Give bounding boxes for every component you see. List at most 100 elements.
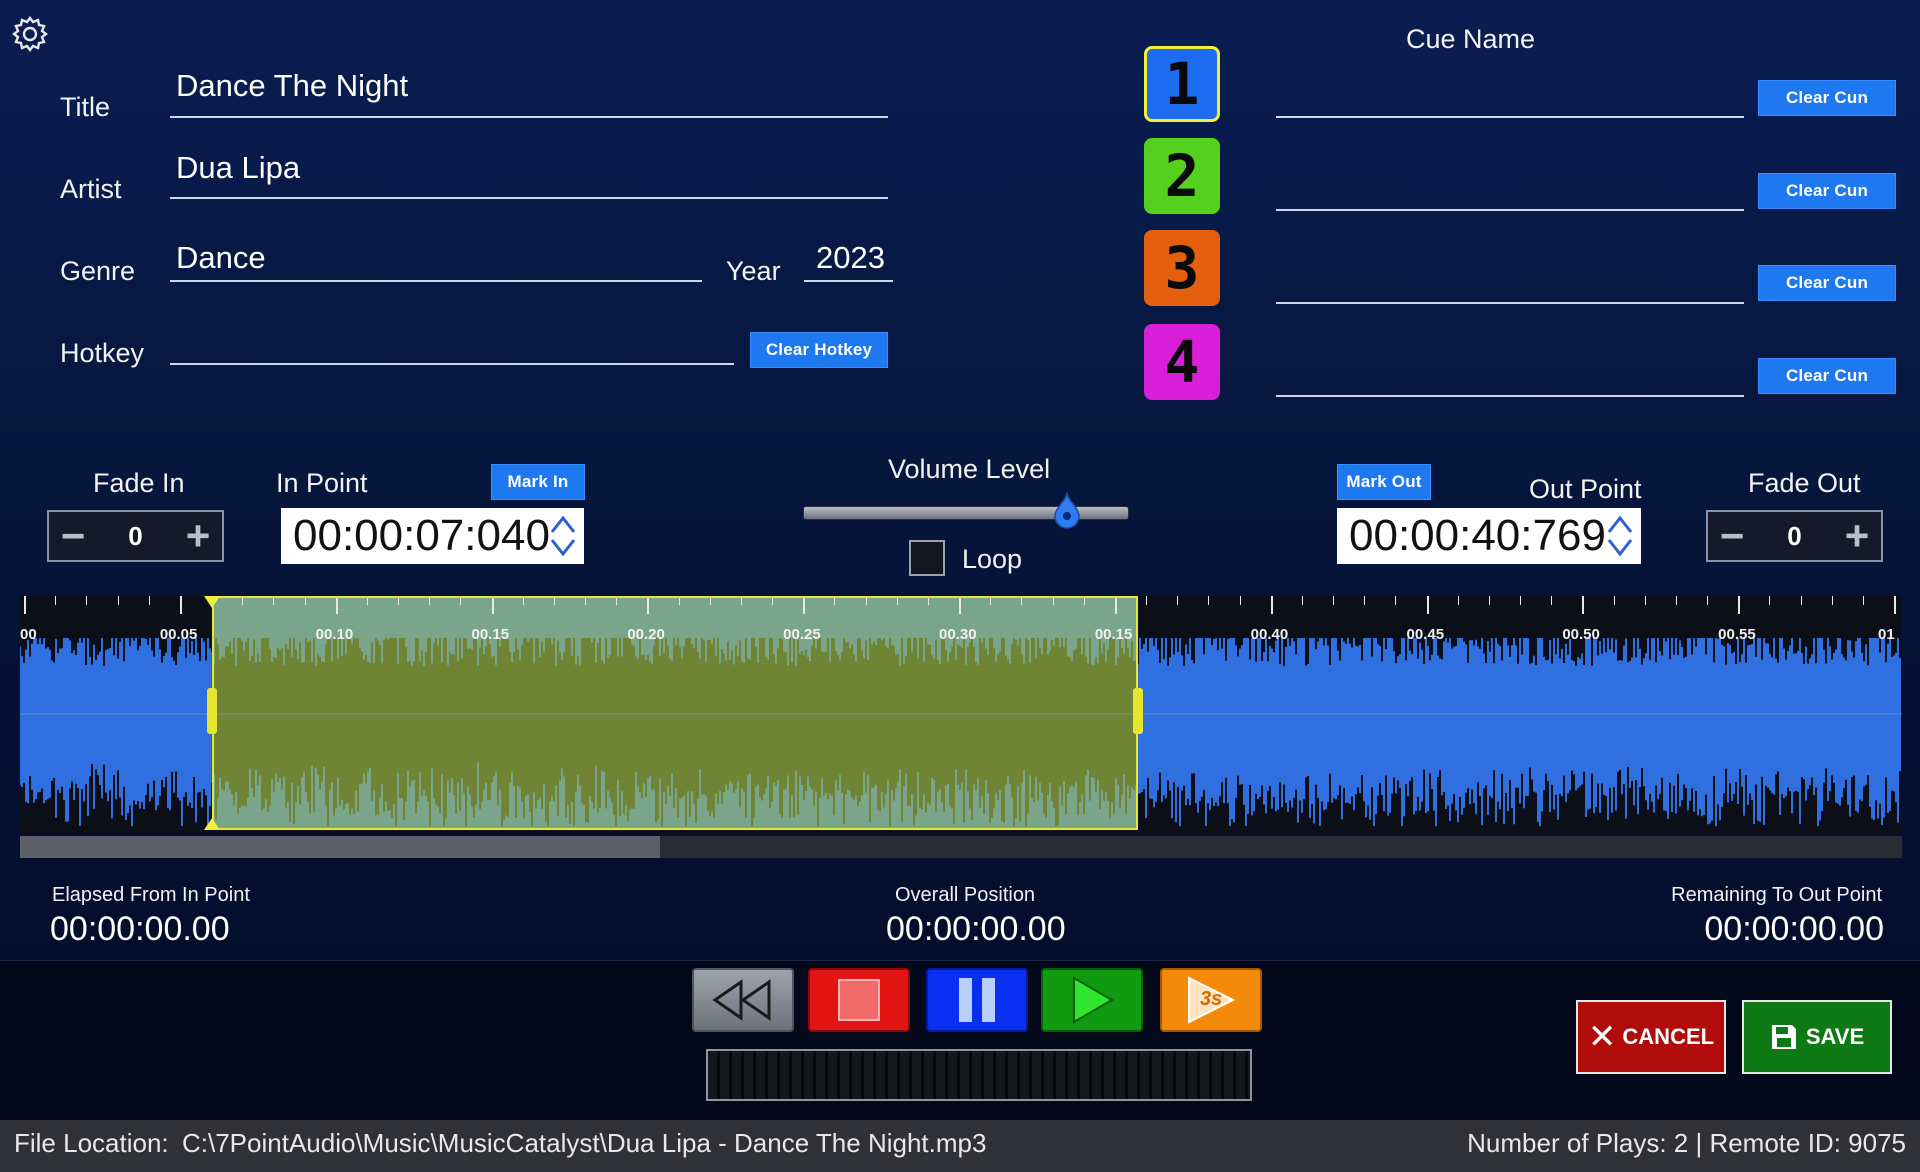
waveform-minor-tick	[1831, 596, 1833, 605]
minus-icon[interactable]: −	[49, 515, 97, 557]
mark-in-button[interactable]: Mark In	[491, 464, 585, 500]
plus-icon[interactable]: +	[1833, 515, 1881, 557]
title-label: Title	[60, 92, 111, 122]
waveform-minor-tick	[1707, 596, 1708, 605]
artist-input[interactable]: Dua Lipa	[176, 150, 886, 186]
waveform-minor-tick	[1644, 596, 1646, 605]
cancel-button[interactable]: ✕ CANCEL	[1576, 1000, 1726, 1074]
hotkey-label: Hotkey	[60, 338, 145, 368]
title-input[interactable]: Dance The Night	[176, 68, 886, 104]
play-3s-button[interactable]: 3s	[1160, 968, 1262, 1032]
waveform-display[interactable]: 00 00.05 00.10 00.15 00.20 00.25 00.30 00.15 00.…	[20, 596, 1902, 834]
waveform-minor-tick	[1457, 596, 1459, 605]
play-icon	[1073, 976, 1114, 1024]
cue-1-name-input[interactable]	[1280, 76, 1740, 112]
cue-1-button[interactable]: 1	[1144, 46, 1220, 122]
play-button[interactable]	[1041, 968, 1143, 1032]
cancel-label: CANCEL	[1622, 1024, 1715, 1049]
cue-2-underline	[1276, 209, 1744, 211]
cue-4-name-input[interactable]	[1280, 354, 1740, 390]
waveform-minor-tick	[148, 596, 150, 605]
waveform-scrollbar[interactable]	[20, 836, 1902, 858]
pause-button[interactable]	[926, 968, 1028, 1032]
waveform-minor-tick	[1520, 596, 1521, 605]
waveform-minor-tick	[1488, 596, 1490, 605]
level-meter	[706, 1049, 1252, 1101]
year-underline	[804, 280, 893, 282]
fade-in-stepper[interactable]: − 0 +	[47, 510, 224, 562]
cue-3-name-input[interactable]	[1280, 262, 1740, 298]
in-point-label: In Point	[276, 468, 368, 498]
waveform-minor-tick	[1613, 596, 1615, 605]
out-point-label: Out Point	[1529, 474, 1642, 504]
minus-icon[interactable]: −	[1708, 515, 1756, 557]
out-point-handle[interactable]	[1132, 688, 1143, 734]
waveform-minor-tick	[1333, 596, 1334, 605]
cue-2-button[interactable]: 2	[1144, 138, 1220, 214]
artist-label: Artist	[60, 174, 122, 204]
selection-region[interactable]	[211, 596, 1138, 830]
clear-hotkey-button[interactable]: Clear Hotkey	[750, 332, 888, 368]
plus-icon[interactable]: +	[174, 515, 222, 557]
waveform-tick-label: 00.45	[1406, 626, 1445, 643]
volume-slider[interactable]	[803, 491, 1129, 529]
cue-2-clear-button[interactable]: Clear Cun	[1758, 173, 1896, 209]
cue-1-clear-button[interactable]: Clear Cun	[1758, 80, 1896, 116]
cue-4-clear-button[interactable]: Clear Cun	[1758, 358, 1896, 394]
artist-underline	[170, 197, 888, 199]
loop-label: Loop	[962, 544, 1023, 574]
remaining-label: Remaining To Out Point	[1671, 884, 1882, 906]
waveform-minor-tick	[86, 596, 88, 605]
cue-4-underline	[1276, 395, 1744, 397]
waveform-minor-tick	[1800, 596, 1802, 605]
waveform-tick-label: 00.05	[159, 626, 198, 643]
file-location-value: C:\7PointAudio\Music\MusicCatalyst\Dua L…	[182, 1128, 987, 1158]
mark-out-button[interactable]: Mark Out	[1337, 464, 1431, 500]
cue-2-name-input[interactable]	[1280, 168, 1740, 204]
waveform-tick	[1738, 596, 1741, 614]
waveform-tick	[1270, 596, 1273, 614]
hotkey-underline	[170, 363, 734, 365]
rewind-button[interactable]	[692, 968, 794, 1032]
settings-gear-icon[interactable]	[10, 14, 50, 54]
cue-3-clear-button[interactable]: Clear Cun	[1758, 265, 1896, 301]
fade-in-label: Fade In	[93, 468, 185, 498]
cue-1-underline	[1276, 116, 1744, 118]
waveform-tick-label: 00.50	[1562, 626, 1600, 643]
waveform-minor-tick	[55, 596, 57, 605]
waveform-scrollbar-thumb[interactable]	[20, 836, 660, 858]
close-icon: ✕	[1587, 1018, 1617, 1056]
year-input[interactable]: 2023	[816, 240, 885, 276]
loop-checkbox[interactable]	[909, 540, 945, 576]
waveform-minor-tick	[1301, 596, 1303, 605]
waveform-tick	[24, 596, 26, 614]
out-point-input[interactable]: 00:00:40:769	[1337, 508, 1641, 564]
title-underline	[170, 116, 888, 118]
hotkey-input[interactable]	[176, 322, 726, 358]
overall-position-value: 00:00:00.00	[886, 910, 1066, 948]
file-location-label: File Location:	[14, 1128, 169, 1158]
in-point-value: 00:00:07:040	[293, 511, 550, 560]
fade-out-stepper[interactable]: − 0 +	[1706, 510, 1883, 562]
in-point-spinner-icon[interactable]	[546, 510, 580, 562]
waveform-minor-tick	[1551, 596, 1553, 605]
stop-button[interactable]	[808, 968, 910, 1032]
genre-label: Genre	[60, 256, 136, 286]
waveform-tick	[179, 596, 182, 614]
genre-input[interactable]: Dance	[176, 240, 696, 276]
fade-out-label: Fade Out	[1748, 468, 1861, 498]
fade-in-value: 0	[128, 520, 143, 551]
out-point-spinner-icon[interactable]	[1603, 510, 1637, 562]
save-button[interactable]: SAVE	[1742, 1000, 1892, 1074]
cue-3-button[interactable]: 3	[1144, 230, 1220, 306]
overall-position-label: Overall Position	[895, 884, 1036, 906]
volume-slider-thumb[interactable]	[1052, 490, 1082, 530]
year-label: Year	[726, 256, 781, 286]
waveform-minor-tick	[1364, 596, 1366, 605]
fade-out-value: 0	[1787, 520, 1802, 551]
cue-4-button[interactable]: 4	[1144, 324, 1220, 400]
in-point-input[interactable]: 00:00:07:040	[281, 508, 584, 564]
remaining-value: 00:00:00.00	[1704, 910, 1884, 948]
pause-icon	[959, 978, 995, 1022]
in-point-handle[interactable]	[206, 688, 217, 734]
